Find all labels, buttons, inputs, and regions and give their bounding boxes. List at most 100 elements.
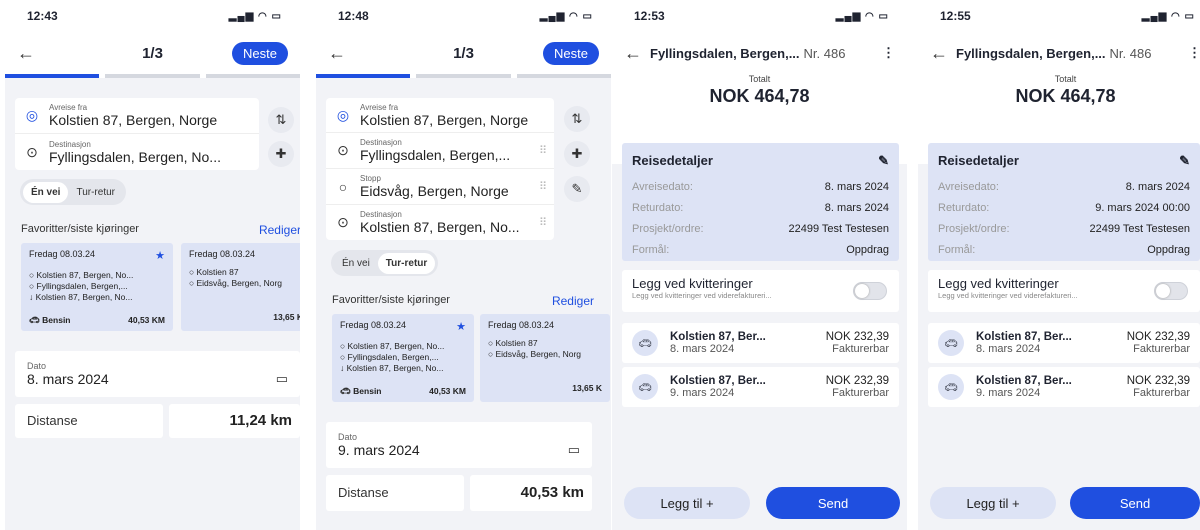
favorite-card[interactable]: Fredag 08.03.24 ○ Kolstien 87 ○ Eidsvåg,…: [480, 314, 610, 402]
favorite-card[interactable]: Fredag 08.03.24 ★ ○ Kolstien 87, Bergen, …: [21, 243, 173, 331]
trip-address: Kolstien 87, Ber...: [976, 375, 1072, 387]
distance-field[interactable]: 40,53 km: [470, 475, 592, 511]
header: ← Fyllingsdalen, Bergen,... Nr. 486 ⋮: [918, 32, 1200, 74]
favorites-header: Favoritter/siste kjøringer Rediger: [21, 223, 300, 237]
date-field[interactable]: Dato 9. mars 2024 ▭: [326, 422, 592, 468]
trip-amount: NOK 232,39: [825, 375, 889, 387]
receipts-subtitle: Legg ved kvitteringer ved viderefakturer…: [632, 291, 772, 300]
edit-link[interactable]: Rediger: [552, 294, 594, 308]
destination-field[interactable]: ⊙ Destinasjon Kolstien 87, Bergen, No...…: [326, 205, 554, 240]
end-arrow-icon: ↓: [29, 292, 36, 302]
add-button[interactable]: Legg til +: [624, 487, 750, 519]
from-field[interactable]: ◎ Avreise fra Kolstien 87, Bergen, Norge: [326, 98, 554, 133]
destination-value: Fyllingsdalen, Bergen, No...: [49, 148, 221, 165]
card-km: 13,65 K: [572, 383, 602, 393]
card-km: 13,65 K: [273, 312, 300, 322]
card-date: Fredag 08.03.24: [488, 320, 555, 330]
receipts-toggle[interactable]: [853, 282, 887, 300]
end-arrow-icon: ↓: [340, 363, 347, 373]
status-bar: 12:55 ▂▄▆ ◠ ▭: [918, 0, 1200, 32]
stop-field[interactable]: ○ Stopp Eidsvåg, Bergen, Norge ⠿: [326, 169, 554, 205]
add-button[interactable]: Legg til +: [930, 487, 1056, 519]
screen-trip-summary-updated: 12:55 ▂▄▆ ◠ ▭ ← Fyllingsdalen, Bergen,..…: [918, 0, 1200, 530]
from-label: Avreise fra: [49, 103, 88, 112]
total-section: Totalt NOK 464,78: [918, 74, 1200, 120]
back-arrow-icon[interactable]: ←: [624, 43, 644, 64]
car-icon: 🚗︎: [340, 386, 354, 396]
back-arrow-icon[interactable]: ←: [328, 43, 348, 64]
card-stop: Kolstien 87, Bergen, No...: [35, 292, 133, 302]
drag-handle-icon[interactable]: ⠿: [539, 180, 547, 193]
more-options-icon[interactable]: ⋮: [1188, 45, 1200, 61]
card-date: Fredag 08.03.24: [340, 320, 407, 330]
trip-date: 8. mars 2024: [670, 343, 735, 355]
star-icon[interactable]: ★: [155, 249, 165, 262]
next-button[interactable]: Neste: [232, 41, 288, 65]
detail-row: Formål: Oppdrag: [938, 240, 1190, 261]
return-option[interactable]: Tur-retur: [68, 182, 123, 203]
back-arrow-icon[interactable]: ←: [17, 43, 37, 64]
edit-pencil-icon[interactable]: ✎: [878, 153, 889, 169]
trip-type-toggle: Én vei Tur-retur: [20, 179, 126, 205]
edit-pencil-icon[interactable]: ✎: [564, 176, 590, 202]
date-field[interactable]: Dato 8. mars 2024 ▭: [15, 351, 300, 397]
detail-key: Avreisedato:: [938, 181, 999, 193]
swap-icon[interactable]: ⇅: [564, 106, 590, 132]
oneway-option[interactable]: Én vei: [23, 181, 69, 203]
trip-row[interactable]: 🚗︎ Kolstien 87, Ber... 8. mars 2024 NOK 2…: [622, 323, 899, 363]
destination-field[interactable]: ⊙ Destinasjon Fyllingsdalen, Bergen, No.…: [15, 134, 259, 170]
end-dot-icon: ○: [488, 349, 496, 359]
receipts-title: Legg ved kvitteringer: [938, 276, 1059, 291]
card-km: 40,53 KM: [128, 315, 165, 325]
trip-title: Fyllingsdalen, Bergen,...: [650, 45, 800, 61]
progress-step-3: [205, 74, 300, 78]
from-label: Avreise fra: [360, 102, 399, 112]
receipts-toggle[interactable]: [1154, 282, 1188, 300]
card-stop: Kolstien 87, Bergen, No...: [346, 363, 444, 373]
trip-row[interactable]: 🚗︎ Kolstien 87, Ber... 9. mars 2024 NOK 2…: [622, 367, 899, 407]
drag-handle-icon[interactable]: ⠿: [539, 216, 547, 229]
send-button[interactable]: Send: [766, 487, 900, 519]
favorite-card[interactable]: Fredag 08.03.24 ○ Kolstien 87 ○ Eidsvåg,…: [181, 243, 300, 331]
swap-icon[interactable]: ⇅: [268, 107, 294, 133]
back-arrow-icon[interactable]: ←: [930, 43, 950, 64]
trip-title: Fyllingsdalen, Bergen,...: [956, 45, 1106, 61]
more-options-icon[interactable]: ⋮: [882, 45, 895, 61]
trip-amount: NOK 232,39: [1126, 375, 1190, 387]
favorite-card[interactable]: Fredag 08.03.24 ★ ○ Kolstien 87, Bergen, …: [332, 314, 474, 402]
total-label: Totalt: [748, 74, 771, 84]
favorites-title: Favoritter/siste kjøringer: [21, 223, 139, 235]
oneway-option[interactable]: Én vei: [334, 253, 378, 274]
distance-field[interactable]: 11,24 km: [169, 404, 300, 438]
return-option[interactable]: Tur-retur: [377, 252, 436, 274]
attach-receipts-row: Legg ved kvitteringer Legg ved kvitterin…: [622, 270, 899, 312]
progress-step-2: [416, 74, 511, 78]
progress-step-3: [516, 74, 611, 78]
total-section: Totalt NOK 464,78: [612, 74, 907, 120]
fuel-type: Bensin: [353, 386, 382, 396]
send-button[interactable]: Send: [1070, 487, 1200, 519]
date-value: 8. mars 2024: [27, 371, 109, 387]
trip-type-toggle: Én vei Tur-retur: [331, 250, 439, 276]
distance-value: 40,53 km: [520, 484, 584, 501]
add-stop-icon[interactable]: ✚: [268, 141, 294, 167]
header: ← Fyllingsdalen, Bergen,... Nr. 486 ⋮: [612, 32, 907, 74]
status-bar: 12:53 ▂▄▆ ◠ ▭: [612, 0, 907, 32]
edit-link[interactable]: Rediger: [259, 223, 300, 237]
detail-row: Avreisedato: 8. mars 2024: [938, 177, 1190, 198]
add-stop-icon[interactable]: ✚: [564, 141, 590, 167]
edit-pencil-icon[interactable]: ✎: [1179, 153, 1190, 169]
drag-handle-icon[interactable]: ⠿: [539, 144, 547, 157]
trip-number: Nr. 486: [1109, 45, 1152, 61]
trip-row[interactable]: 🚗︎ Kolstien 87, Ber... 9. mars 2024 NOK 2…: [928, 367, 1200, 407]
next-button[interactable]: Neste: [543, 41, 599, 65]
from-field[interactable]: ◎ Avreise fra Kolstien 87, Bergen, Norge: [15, 98, 259, 134]
trip-row[interactable]: 🚗︎ Kolstien 87, Ber... 8. mars 2024 NOK 2…: [928, 323, 1200, 363]
total-amount: NOK 464,78: [1015, 86, 1116, 106]
destination-field[interactable]: ⊙ Destinasjon Fyllingsdalen, Bergen,... …: [326, 133, 554, 169]
detail-row: Returdato: 9. mars 2024 00:00: [938, 198, 1190, 219]
header: ← 1/3 Neste: [5, 32, 300, 74]
receipts-subtitle: Legg ved kvitteringer ved viderefakturer…: [938, 291, 1078, 300]
star-icon[interactable]: ★: [456, 320, 466, 333]
favorites-header: Favoritter/siste kjøringer Rediger: [332, 294, 594, 308]
